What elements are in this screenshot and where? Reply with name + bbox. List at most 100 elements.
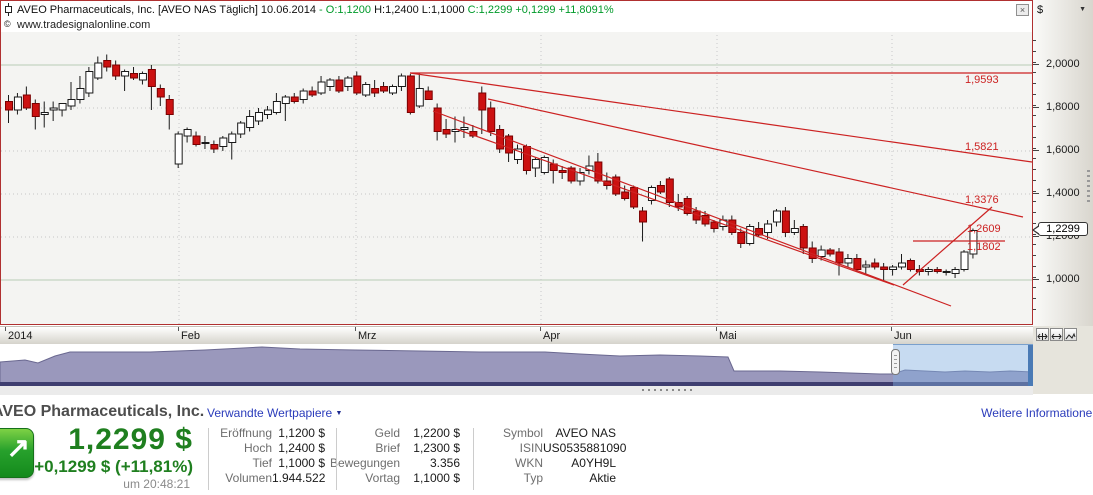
- instrument-label: AVEO Pharmaceuticals, Inc. [AVEO NAS Täg…: [17, 4, 319, 16]
- time-axis[interactable]: 2014FebMrzAprMaiJun: [0, 326, 1033, 344]
- trendline-value-label: 1,5821: [965, 141, 999, 153]
- quote-label: ISIN: [0, 441, 543, 456]
- chart-title-bar: AVEO Pharmaceuticals, Inc. [AVEO NAS Täg…: [1, 1, 1032, 32]
- minor-tick: [1033, 309, 1036, 310]
- time-axis-label: 2014: [8, 330, 32, 342]
- navigator-selection[interactable]: [893, 344, 1033, 386]
- quote-label: Typ: [0, 471, 543, 486]
- pan-icon[interactable]: [1050, 328, 1063, 341]
- minor-tick: [1033, 94, 1036, 95]
- splitter-grip-icon[interactable]: [642, 389, 696, 391]
- major-tick: [1033, 279, 1039, 280]
- currency-label: $: [1037, 4, 1043, 16]
- major-tick: [1033, 150, 1039, 151]
- quote-value: Aktie: [543, 471, 616, 486]
- minor-tick: [1033, 137, 1036, 138]
- minor-tick: [1033, 126, 1036, 127]
- watermark: www.tradesignalonline.com: [17, 19, 150, 31]
- chevron-down-icon: ▼: [336, 410, 343, 417]
- candlestick-icon: [4, 3, 13, 19]
- minor-tick: [1033, 277, 1036, 278]
- quote-row: ISINUS0535881090: [0, 441, 616, 456]
- minor-tick: [1033, 180, 1036, 181]
- candles: [6, 55, 977, 281]
- time-axis-label: Mrz: [358, 330, 376, 342]
- scroll-bar-icon[interactable]: [1036, 328, 1049, 341]
- instrument-headline: AVEO Pharmaceuticals, Inc.: [0, 403, 204, 421]
- trendline-value-label: 1,3376: [965, 194, 999, 206]
- chart-navigator[interactable]: [0, 344, 1033, 386]
- open-value: - O:1,1200: [319, 4, 374, 16]
- price-axis-label: 1,4000: [1046, 187, 1080, 199]
- time-axis-label: Apr: [543, 330, 560, 342]
- price-axis-label: 1,6000: [1046, 144, 1080, 156]
- minor-tick: [1033, 148, 1036, 149]
- copyright-icon: ©: [4, 19, 11, 29]
- time-axis-label: Jun: [894, 330, 912, 342]
- minor-tick: [1033, 266, 1036, 267]
- price-axis-label: 1,8000: [1046, 101, 1080, 113]
- minor-tick: [1033, 255, 1036, 256]
- time-axis-label: Mai: [719, 330, 737, 342]
- close-icon[interactable]: ×: [1016, 4, 1029, 16]
- quote-label: WKN: [0, 456, 543, 471]
- highlow-value: H:1,2400 L:1,1000: [374, 4, 468, 16]
- chart-widget: AVEO Pharmaceuticals, Inc. [AVEO NAS Täg…: [0, 0, 1033, 325]
- minor-tick: [1033, 115, 1036, 116]
- axis-corner: [1033, 326, 1093, 394]
- price-axis-label: 2,0000: [1046, 58, 1080, 70]
- trendline-value-label: 1,2609: [967, 223, 1001, 235]
- minor-tick: [1033, 298, 1036, 299]
- minor-tick: [1033, 105, 1036, 106]
- minor-tick: [1033, 83, 1036, 84]
- minor-tick: [1033, 169, 1036, 170]
- quote-column: SymbolAVEO NASISINUS0535881090WKNA0YH9LT…: [0, 426, 616, 486]
- grip-ridges-icon: [894, 355, 897, 369]
- navigator-area-chart: [0, 344, 1033, 386]
- quote-row: TypAktie: [0, 471, 616, 486]
- column-separator: [473, 428, 474, 490]
- trendline-value-label: 1,1802: [967, 241, 1001, 253]
- chevron-down-icon: ▼: [1079, 6, 1086, 13]
- axis-resize-grip[interactable]: [1087, 170, 1090, 204]
- minor-tick: [1033, 62, 1036, 63]
- major-tick: [1033, 236, 1039, 237]
- minor-tick: [1033, 287, 1036, 288]
- time-axis-tick: [891, 327, 892, 331]
- minor-tick: [1033, 72, 1036, 73]
- minor-tick: [1033, 191, 1036, 192]
- navigator-selection-edge[interactable]: [1028, 345, 1033, 386]
- price-axis[interactable]: $ ▼ 2,00001,80001,60001,40001,20001,0000…: [1033, 0, 1093, 326]
- major-tick: [1033, 64, 1039, 65]
- minor-tick: [1033, 201, 1036, 202]
- trendline-value-label: 1,9593: [965, 74, 999, 86]
- minor-tick: [1033, 244, 1036, 245]
- column-separator: [336, 428, 337, 490]
- candlestick-chart[interactable]: [1, 1, 1032, 324]
- quote-panel: AVEO Pharmaceuticals, Inc. Verwandte Wer…: [0, 395, 1093, 495]
- screen: AVEO Pharmaceuticals, Inc. [AVEO NAS Täg…: [0, 0, 1093, 495]
- more-information-link[interactable]: Weitere Informationen: [981, 406, 1093, 420]
- currency-selector[interactable]: $ ▼: [1037, 4, 1089, 18]
- quote-label: Symbol: [0, 426, 543, 441]
- quote-value: A0YH9L: [543, 456, 616, 471]
- chart-title: AVEO Pharmaceuticals, Inc. [AVEO NAS Täg…: [17, 4, 614, 16]
- quote-value: AVEO NAS: [543, 426, 616, 441]
- time-axis-tick: [716, 327, 717, 331]
- last-price-marker: 1,2299: [1038, 222, 1088, 236]
- pane-splitter: [0, 386, 1033, 395]
- quote-row: SymbolAVEO NAS: [0, 426, 616, 441]
- close-value: C:1,2299 +0,1299 +11,8091%: [468, 4, 614, 16]
- major-tick: [1033, 107, 1039, 108]
- quote-value: US0535881090: [543, 441, 616, 456]
- time-axis-tick: [355, 327, 356, 331]
- minor-tick: [1033, 40, 1036, 41]
- quote-row: WKNA0YH9L: [0, 456, 616, 471]
- price-axis-label: 1,0000: [1046, 273, 1080, 285]
- major-tick: [1033, 193, 1039, 194]
- minor-tick: [1033, 51, 1036, 52]
- zigzag-icon[interactable]: [1064, 328, 1077, 341]
- navigator-handle[interactable]: [891, 349, 900, 375]
- related-securities-link[interactable]: Verwandte Wertpapiere ▼: [207, 406, 342, 420]
- minor-tick: [1033, 212, 1036, 213]
